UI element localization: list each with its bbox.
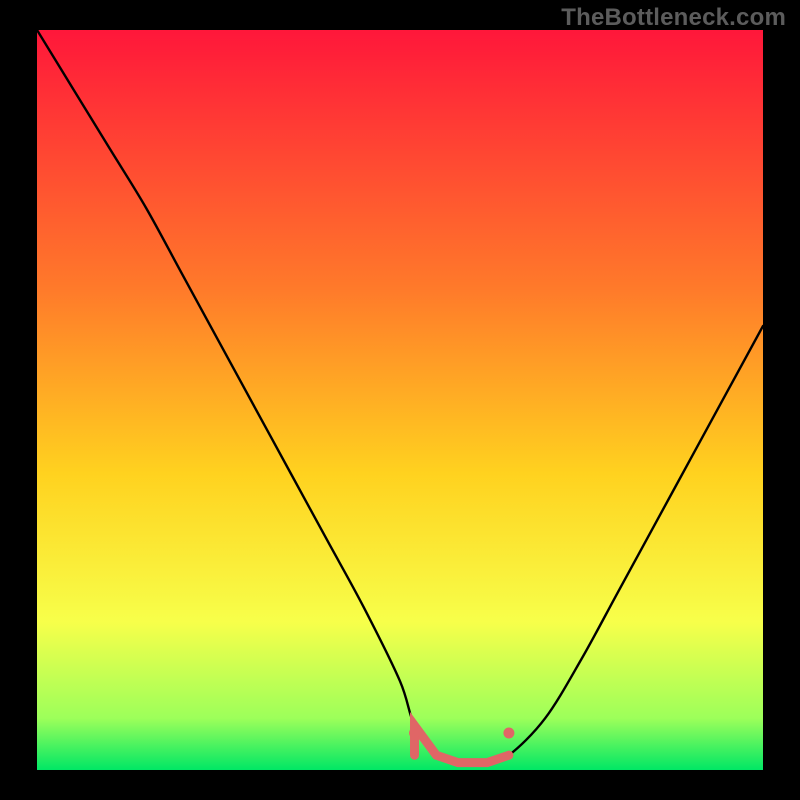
highlight-endpoint-right <box>503 728 514 739</box>
chart-svg <box>37 30 763 770</box>
watermark-text: TheBottleneck.com <box>561 4 786 32</box>
chart-frame: TheBottleneck.com <box>0 0 800 800</box>
gradient-background <box>37 30 763 770</box>
plot-area <box>37 30 763 770</box>
highlight-endpoint-left <box>409 728 420 739</box>
